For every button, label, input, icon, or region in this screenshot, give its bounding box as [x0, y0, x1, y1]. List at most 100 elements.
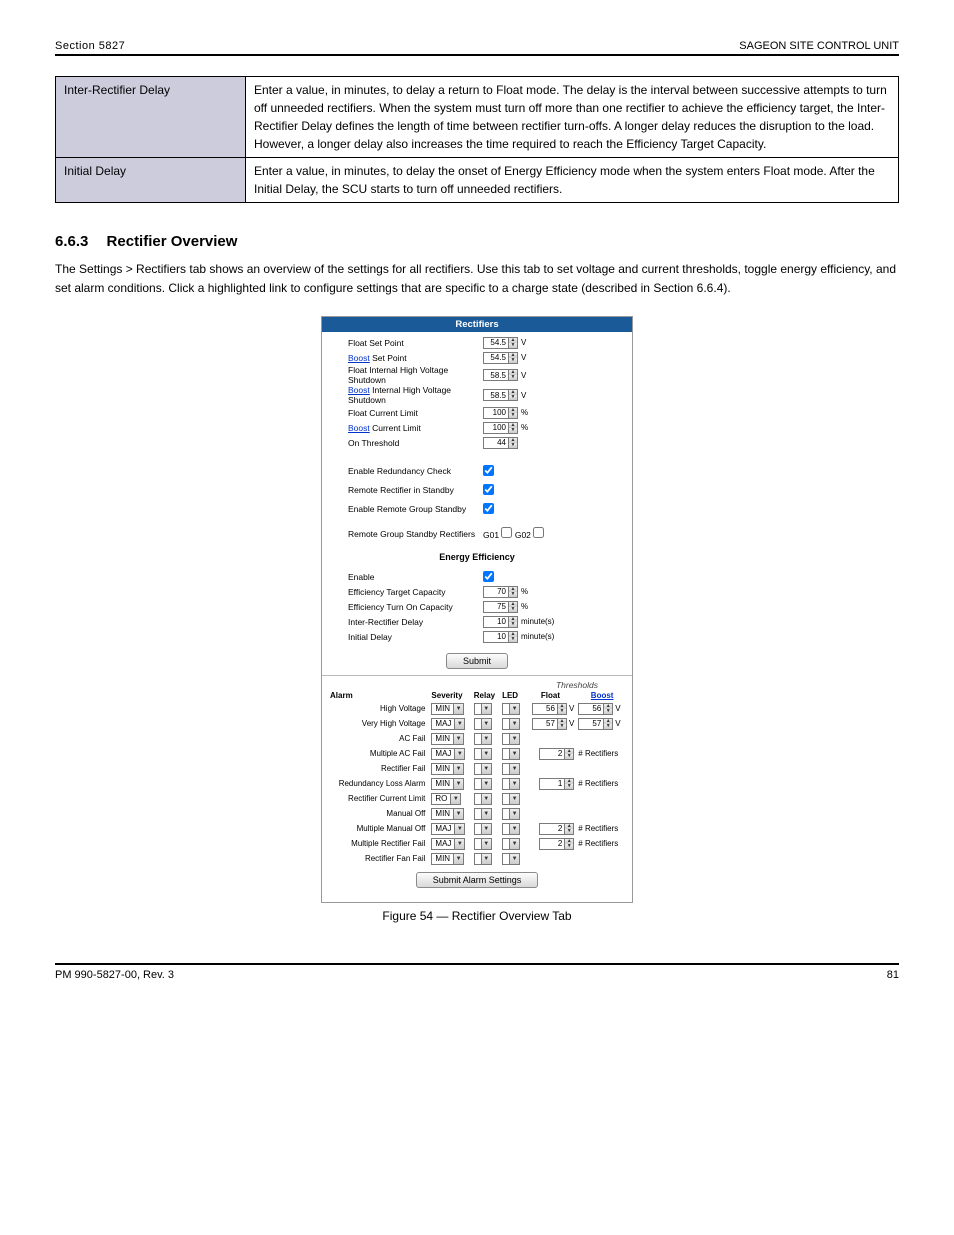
alarm-9-led-select[interactable]: ▼ [502, 838, 520, 850]
spinner-down-icon[interactable]: ▼ [509, 637, 517, 642]
ee-3-input[interactable] [484, 617, 508, 627]
alarm-3-float-spinner[interactable]: ▲▼ [539, 748, 574, 760]
alarm-4-sev-select[interactable]: MIN ▼ [431, 763, 464, 775]
check-0-checkbox[interactable] [483, 465, 494, 476]
alarm-6-sev-select[interactable]: RO ▼ [431, 793, 461, 805]
chevron-down-icon[interactable]: ▼ [509, 824, 519, 834]
setting-4-input[interactable] [484, 408, 508, 418]
setting-2-spinner[interactable]: ▲▼ [483, 369, 518, 381]
boost-link[interactable]: Boost [348, 353, 370, 363]
chevron-down-icon[interactable]: ▼ [453, 704, 463, 714]
alarm-4-relay-select[interactable]: ▼ [474, 763, 492, 775]
spinner-down-icon[interactable]: ▼ [558, 709, 566, 714]
alarm-2-led-select[interactable]: ▼ [502, 733, 520, 745]
alarm-8-led-select[interactable]: ▼ [502, 823, 520, 835]
chevron-down-icon[interactable]: ▼ [481, 839, 491, 849]
spinner-down-icon[interactable]: ▼ [509, 622, 517, 627]
chevron-down-icon[interactable]: ▼ [453, 779, 463, 789]
spinner-down-icon[interactable]: ▼ [565, 829, 573, 834]
spinner-down-icon[interactable]: ▼ [509, 375, 517, 380]
alarm-8-sev-select[interactable]: MAJ ▼ [431, 823, 465, 835]
alarm-5-led-select[interactable]: ▼ [502, 778, 520, 790]
spinner-down-icon[interactable]: ▼ [565, 784, 573, 789]
boost-link[interactable]: Boost [348, 423, 370, 433]
alarm-7-sev-select[interactable]: MIN ▼ [431, 808, 464, 820]
chevron-down-icon[interactable]: ▼ [481, 854, 491, 864]
ee-1-input[interactable] [484, 587, 508, 597]
chevron-down-icon[interactable]: ▼ [509, 809, 519, 819]
check-1-checkbox[interactable] [483, 484, 494, 495]
chevron-down-icon[interactable]: ▼ [450, 794, 460, 804]
alarm-8-float-input[interactable] [540, 824, 564, 834]
ee-2-input[interactable] [484, 602, 508, 612]
ee-0-checkbox[interactable] [483, 571, 494, 582]
alarm-0-boost-input[interactable] [579, 704, 603, 714]
alarm-1-relay-select[interactable]: ▼ [474, 718, 492, 730]
chevron-down-icon[interactable]: ▼ [481, 794, 491, 804]
alarm-0-sev-select[interactable]: MIN ▼ [431, 703, 464, 715]
alarm-2-sev-select[interactable]: MIN ▼ [431, 733, 464, 745]
chevron-down-icon[interactable]: ▼ [509, 764, 519, 774]
chevron-down-icon[interactable]: ▼ [454, 749, 464, 759]
chevron-down-icon[interactable]: ▼ [453, 764, 463, 774]
chevron-down-icon[interactable]: ▼ [481, 749, 491, 759]
alarm-1-float-spinner[interactable]: ▲▼ [532, 718, 567, 730]
setting-4-spinner[interactable]: ▲▼ [483, 407, 518, 419]
setting-2-input[interactable] [484, 370, 508, 380]
spinner-down-icon[interactable]: ▼ [509, 428, 517, 433]
alarm-9-float-input[interactable] [540, 839, 564, 849]
alarm-1-boost-spinner[interactable]: ▲▼ [578, 718, 613, 730]
alarm-5-float-spinner[interactable]: ▲▼ [539, 778, 574, 790]
chevron-down-icon[interactable]: ▼ [481, 734, 491, 744]
chevron-down-icon[interactable]: ▼ [509, 794, 519, 804]
spinner-down-icon[interactable]: ▼ [509, 443, 517, 448]
chevron-down-icon[interactable]: ▼ [454, 719, 464, 729]
boost-link[interactable]: Boost [348, 385, 370, 395]
check-2-checkbox[interactable] [483, 503, 494, 514]
chevron-down-icon[interactable]: ▼ [481, 719, 491, 729]
submit-alarm-button[interactable]: Submit Alarm Settings [416, 872, 539, 888]
setting-6-spinner[interactable]: ▲▼ [483, 437, 518, 449]
setting-0-input[interactable] [484, 338, 508, 348]
ee-4-input[interactable] [484, 632, 508, 642]
setting-5-input[interactable] [484, 423, 508, 433]
spinner-down-icon[interactable]: ▼ [509, 395, 517, 400]
alarm-5-relay-select[interactable]: ▼ [474, 778, 492, 790]
alarm-10-relay-select[interactable]: ▼ [474, 853, 492, 865]
alarm-10-sev-select[interactable]: MIN ▼ [431, 853, 464, 865]
alarm-7-relay-select[interactable]: ▼ [474, 808, 492, 820]
chevron-down-icon[interactable]: ▼ [481, 779, 491, 789]
alarm-9-sev-select[interactable]: MAJ ▼ [431, 838, 465, 850]
col-boost-link[interactable]: Boost [591, 691, 614, 700]
spinner-down-icon[interactable]: ▼ [604, 724, 612, 729]
alarm-0-float-spinner[interactable]: ▲▼ [532, 703, 567, 715]
alarm-7-led-select[interactable]: ▼ [502, 808, 520, 820]
chevron-down-icon[interactable]: ▼ [509, 704, 519, 714]
spinner-down-icon[interactable]: ▼ [565, 754, 573, 759]
alarm-0-relay-select[interactable]: ▼ [474, 703, 492, 715]
chevron-down-icon[interactable]: ▼ [509, 719, 519, 729]
standby-g01-checkbox[interactable] [501, 527, 512, 538]
chevron-down-icon[interactable]: ▼ [453, 734, 463, 744]
setting-0-spinner[interactable]: ▲▼ [483, 337, 518, 349]
alarm-3-relay-select[interactable]: ▼ [474, 748, 492, 760]
alarm-1-boost-input[interactable] [579, 719, 603, 729]
chevron-down-icon[interactable]: ▼ [481, 764, 491, 774]
spinner-down-icon[interactable]: ▼ [509, 592, 517, 597]
spinner-down-icon[interactable]: ▼ [509, 358, 517, 363]
spinner-down-icon[interactable]: ▼ [509, 343, 517, 348]
alarm-10-led-select[interactable]: ▼ [502, 853, 520, 865]
alarm-6-relay-select[interactable]: ▼ [474, 793, 492, 805]
setting-1-spinner[interactable]: ▲▼ [483, 352, 518, 364]
chevron-down-icon[interactable]: ▼ [454, 839, 464, 849]
chevron-down-icon[interactable]: ▼ [453, 809, 463, 819]
alarm-5-sev-select[interactable]: MIN ▼ [431, 778, 464, 790]
chevron-down-icon[interactable]: ▼ [454, 824, 464, 834]
alarm-5-float-input[interactable] [540, 779, 564, 789]
alarm-0-boost-spinner[interactable]: ▲▼ [578, 703, 613, 715]
alarm-3-sev-select[interactable]: MAJ ▼ [431, 748, 465, 760]
chevron-down-icon[interactable]: ▼ [509, 779, 519, 789]
ee-3-spinner[interactable]: ▲▼ [483, 616, 518, 628]
chevron-down-icon[interactable]: ▼ [509, 734, 519, 744]
ee-2-spinner[interactable]: ▲▼ [483, 601, 518, 613]
